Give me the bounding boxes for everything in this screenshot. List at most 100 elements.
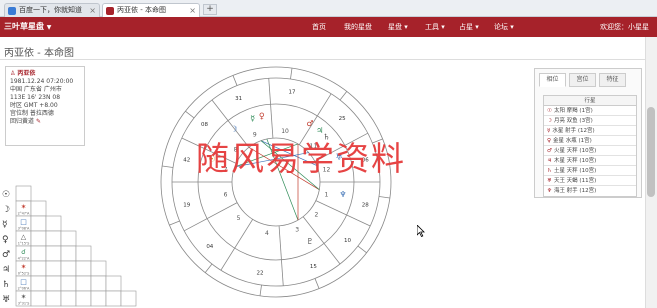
close-tab-icon[interactable]: × bbox=[189, 4, 196, 17]
nav-item-home[interactable]: 首页 bbox=[312, 22, 326, 32]
jupiter-icon: ♃ bbox=[547, 158, 552, 164]
grid-cell bbox=[120, 290, 137, 307]
grid-planet-label: ☉ bbox=[2, 190, 10, 200]
planet-row-text: 火星 天秤 (10宫) bbox=[553, 148, 597, 154]
house-number: 1 bbox=[325, 192, 329, 199]
planet-row[interactable]: ♃ 木星 天秤 (10宫) bbox=[544, 156, 636, 166]
planet-row[interactable]: ♂ 火星 天秤 (10宫) bbox=[544, 146, 636, 156]
favicon-icon bbox=[106, 7, 114, 15]
planet-row-text: 土星 天秤 (10宫) bbox=[553, 168, 597, 174]
grid-cell bbox=[105, 290, 122, 307]
planet-row[interactable]: ♀ 金星 水瓶 (1宫) bbox=[544, 136, 636, 146]
grid-cell bbox=[60, 230, 77, 247]
tab-features[interactable]: 特征 bbox=[599, 73, 626, 87]
grid-planet-label: ☿ bbox=[2, 220, 8, 230]
tab-label: 丙亚依 - 本命图 bbox=[117, 6, 166, 14]
degree-label: 15 bbox=[310, 264, 317, 270]
birth-place: 中国 广东省 广州市 bbox=[10, 86, 62, 93]
aspect-orb: 3°31'S bbox=[18, 302, 30, 306]
grid-cell bbox=[75, 275, 92, 292]
grid-cell bbox=[30, 290, 47, 307]
timezone: 时区 GMT +8.00 bbox=[10, 102, 58, 109]
browser-tab-bar: 百度一下，你就知道 × 丙亚依 - 本命图 × + bbox=[0, 0, 657, 17]
close-tab-icon[interactable]: × bbox=[89, 4, 96, 17]
tab-houses[interactable]: 宫位 bbox=[569, 73, 596, 87]
planet-row[interactable]: ☿ 水星 射手 (12宫) bbox=[544, 126, 636, 136]
grid-planet-label: ♀ bbox=[2, 235, 9, 245]
nav-item-tools[interactable]: 工具 ▾ bbox=[425, 22, 445, 32]
nav-item-charts[interactable]: 星盘 ▾ bbox=[388, 22, 408, 32]
planet-list-header: 行星 bbox=[544, 96, 636, 106]
grid-cell bbox=[105, 275, 122, 292]
new-tab-button[interactable]: + bbox=[203, 4, 217, 15]
nav-item-my-charts[interactable]: 我的星盘 bbox=[344, 22, 372, 32]
aspect-mark: △ bbox=[21, 233, 27, 241]
subject-name: 丙亚依 bbox=[17, 70, 36, 77]
house-cusp-line bbox=[278, 225, 284, 286]
sign-divider bbox=[339, 91, 348, 101]
browser-tab-chart[interactable]: 丙亚依 - 本命图 × bbox=[102, 3, 200, 17]
edit-icon[interactable]: ✎ bbox=[36, 118, 41, 125]
zodiac-type: 回归黄道 bbox=[10, 118, 35, 125]
sign-divider bbox=[185, 110, 195, 119]
planet-row[interactable]: ☽ 月亮 双鱼 (3宫) bbox=[544, 116, 636, 126]
site-brand[interactable]: 三叶草星盘 ▼ bbox=[4, 21, 51, 32]
planet-row[interactable]: ♅ 天王 天蝎 (11宫) bbox=[544, 176, 636, 186]
house-number: 6 bbox=[224, 192, 228, 199]
venus-icon: ♀ bbox=[547, 138, 552, 144]
sign-divider bbox=[162, 165, 174, 168]
grid-cell bbox=[45, 275, 62, 292]
sign-divider bbox=[314, 278, 320, 289]
planet-glyph: ♂ bbox=[306, 119, 313, 128]
grid-cell bbox=[30, 260, 47, 277]
sign-divider bbox=[232, 75, 238, 86]
chart-info-card: ♙ 丙亚依 1981.12.24 07:20:00 中国 广东省 广州市 113E… bbox=[5, 66, 85, 146]
tab-aspects[interactable]: 相位 bbox=[539, 73, 566, 87]
planet-glyph: ♆ bbox=[339, 190, 346, 199]
natal-chart-wheel[interactable]: 128210315422504619742808931101711251206☉… bbox=[158, 64, 394, 300]
degree-label: 25 bbox=[339, 116, 346, 122]
planet-row-text: 水星 射手 (12宫) bbox=[552, 128, 595, 134]
aspect-orb: 4°22'A bbox=[18, 257, 30, 261]
grid-cell bbox=[75, 245, 92, 262]
house-cusp-line bbox=[220, 219, 254, 271]
page-scrollbar[interactable] bbox=[645, 37, 657, 308]
browser-tab-baidu[interactable]: 百度一下，你就知道 × bbox=[4, 3, 100, 17]
sign-divider bbox=[259, 284, 262, 296]
aspect-orb: 1°15'S bbox=[18, 242, 30, 246]
grid-planet-label: ♃ bbox=[2, 265, 10, 275]
aspect-grid: ☉☽ ✶2°47'A☿ □3°08'A♀ △1°15'S♂ ☌4°22'A♃ ✶0°52'… bbox=[2, 185, 137, 307]
aspect-orb: 2°47'A bbox=[18, 212, 30, 216]
grid-cell bbox=[45, 260, 62, 277]
aspect-mark: □ bbox=[20, 218, 27, 226]
grid-planet-label: ♅ bbox=[2, 295, 10, 305]
grid-cell bbox=[30, 215, 47, 232]
planet-row[interactable]: ♄ 土星 天秤 (10宫) bbox=[544, 166, 636, 176]
degree-label: 42 bbox=[183, 158, 190, 164]
planet-glyph: ♀ bbox=[259, 111, 265, 120]
degree-label: 04 bbox=[206, 244, 213, 250]
scrollbar-thumb[interactable] bbox=[647, 107, 655, 197]
mercury-icon: ☿ bbox=[547, 128, 551, 134]
nav-item-astro[interactable]: 占星 ▾ bbox=[459, 22, 479, 32]
grid-cell bbox=[45, 290, 62, 307]
planet-row-text: 金星 水瓶 (1宫) bbox=[553, 138, 592, 144]
grid-cell bbox=[60, 245, 77, 262]
planet-row[interactable]: ☉ 太阳 摩羯 (1宫) bbox=[544, 106, 636, 116]
planet-row[interactable]: ♆ 海王 射手 (12宫) bbox=[544, 186, 636, 196]
user-greeting[interactable]: 欢迎您：小星星 bbox=[600, 22, 649, 32]
aspect-orb: 2°06'A bbox=[18, 287, 30, 291]
chevron-down-icon: ▼ bbox=[46, 24, 52, 31]
sign-divider bbox=[378, 196, 390, 199]
house-number: 5 bbox=[237, 215, 241, 222]
mars-icon: ♂ bbox=[547, 148, 552, 154]
grid-cell bbox=[75, 260, 92, 277]
house-number: 2 bbox=[314, 212, 318, 219]
chart-side-panel: 相位 宫位 特征 行星 ☉ 太阳 摩羯 (1宫) ☽ 月亮 双鱼 (3宫) ☿ 水星 … bbox=[534, 68, 642, 198]
aspect-mark: ✶ bbox=[21, 263, 27, 271]
aspect-orb: 0°52'S bbox=[18, 272, 30, 276]
sign-divider bbox=[290, 68, 293, 80]
aspect-mark: □ bbox=[20, 278, 27, 286]
birth-datetime: 1981.12.24 07:20:00 bbox=[10, 78, 74, 85]
nav-item-forum[interactable]: 论坛 ▾ bbox=[494, 22, 514, 32]
